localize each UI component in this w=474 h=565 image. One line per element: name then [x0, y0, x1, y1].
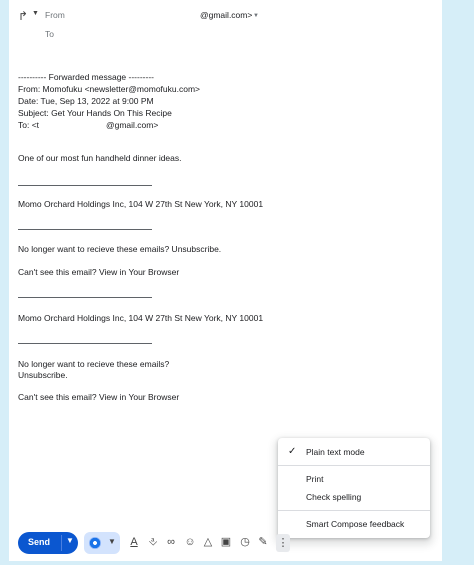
menu-item-check-spelling[interactable]: Check spelling — [306, 492, 361, 502]
divider — [18, 343, 152, 344]
send-label: Send — [28, 537, 51, 547]
forward-icon[interactable]: ↱ — [18, 9, 28, 23]
unsubscribe-text: No longer want to recieve these emails? … — [18, 244, 222, 254]
confidential-mode-icon[interactable]: ◷ — [238, 535, 252, 549]
divider — [18, 185, 152, 186]
more-options-menu: ✓ Plain text mode Print Check spelling S… — [278, 438, 430, 538]
view-in-browser-text: Can't see this email? View in Your Brows… — [18, 267, 180, 277]
insert-link-icon[interactable]: ∞ — [164, 535, 178, 549]
menu-divider — [278, 510, 430, 511]
menu-item-smart-compose-feedback[interactable]: Smart Compose feedback — [306, 519, 404, 529]
view-in-browser-text: Can't see this email? View in Your Brows… — [18, 392, 180, 402]
insert-emoji-icon[interactable]: ☺ — [183, 535, 197, 549]
help-me-write-button[interactable]: ▼ — [84, 532, 120, 554]
to-label[interactable]: To — [45, 29, 54, 40]
more-options-icon[interactable]: ⋮ — [276, 534, 290, 552]
insert-photo-icon[interactable]: ▣ — [219, 535, 233, 549]
forwarded-to-suffix: @gmail.com> — [106, 120, 159, 130]
schedule-send-dropdown-icon[interactable]: ▼ — [66, 536, 74, 545]
send-separator — [61, 535, 62, 551]
menu-item-label: Plain text mode — [306, 447, 365, 457]
from-label: From — [45, 10, 65, 20]
from-chevron-icon[interactable]: ▼ — [253, 11, 259, 22]
forwarded-header: ---------- Forwarded message --------- — [18, 72, 154, 82]
forwarded-date: Date: Tue, Sep 13, 2022 at 9:00 PM — [18, 96, 154, 106]
intro-text: One of our most fun handheld dinner idea… — [18, 153, 182, 163]
forwarded-to-prefix: To: <t — [18, 120, 40, 130]
from-value[interactable]: @gmail.com> — [200, 10, 252, 21]
check-icon: ✓ — [288, 446, 297, 457]
menu-divider — [278, 465, 430, 466]
unsubscribe-question: No longer want to recieve these emails? — [18, 359, 170, 369]
company-address: Momo Orchard Holdings Inc, 104 W 27th St… — [18, 313, 264, 323]
forwarded-from: From: Momofuku <newsletter@momofuku.com> — [18, 84, 200, 94]
send-button[interactable]: Send ▼ — [18, 532, 78, 554]
gemini-icon — [89, 537, 101, 549]
google-drive-icon[interactable]: △ — [201, 535, 215, 549]
forwarded-subject: Subject: Get Your Hands On This Recipe — [18, 108, 172, 118]
unsubscribe-link-text: Unsubscribe. — [18, 370, 68, 380]
chevron-down-icon[interactable]: ▼ — [108, 537, 116, 546]
company-address: Momo Orchard Holdings Inc, 104 W 27th St… — [18, 199, 264, 209]
formatting-options-icon[interactable]: A — [127, 535, 141, 549]
menu-item-print[interactable]: Print — [306, 474, 323, 484]
chevron-down-icon[interactable]: ▼ — [32, 10, 39, 17]
insert-signature-icon[interactable]: ✎ — [256, 535, 270, 549]
divider — [18, 297, 152, 298]
divider — [18, 229, 152, 230]
attach-file-icon[interactable]: ⎀ — [146, 535, 160, 549]
